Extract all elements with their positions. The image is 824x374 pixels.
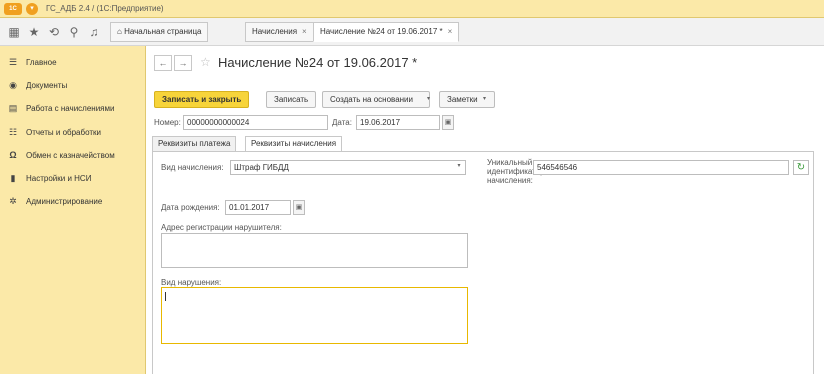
page-title: Начисление №24 от 19.06.2017 *: [218, 55, 418, 70]
create-based-on-button[interactable]: Создать на основании: [322, 91, 430, 108]
sidebar-item-label: Отчеты и обработки: [26, 128, 101, 137]
favorites-icon[interactable]: ★: [26, 24, 42, 40]
app-logo: 1С: [4, 3, 22, 15]
address-label: Адрес регистрации нарушителя:: [161, 223, 282, 232]
date-label: Дата:: [332, 118, 352, 127]
sidebar-item-main[interactable]: ☰ Главное: [6, 54, 144, 70]
accrual-details-panel: Вид начисления: Штраф ГИБДД ▾ Уникальный…: [152, 151, 814, 374]
sidebar-item-reports[interactable]: ☷ Отчеты и обработки: [6, 124, 144, 140]
search-icon[interactable]: ⚲: [66, 24, 82, 40]
bell-icon[interactable]: ♫: [86, 24, 102, 40]
text-cursor: [165, 292, 166, 301]
home-icon: ⌂: [117, 27, 122, 36]
sidebar-item-admin[interactable]: ✲ Администрирование: [6, 193, 144, 209]
sidebar: ☰ Главное ◉ Документы ▤ Работа с начисления…: [0, 46, 146, 374]
chevron-down-icon: ▾: [427, 96, 431, 102]
sidebar-item-label: Администрирование: [26, 197, 103, 206]
sidebar-item-accruals[interactable]: ▤ Работа с начислениями: [6, 100, 144, 116]
sidebar-item-label: Настройки и НСИ: [26, 174, 92, 183]
sidebar-item-label: Документы: [26, 81, 68, 90]
close-icon[interactable]: ×: [448, 27, 453, 36]
number-label: Номер:: [154, 118, 181, 127]
calendar-icon[interactable]: ▣: [293, 200, 305, 215]
reports-icon: ☷: [8, 127, 18, 137]
accruals-icon: ▤: [8, 103, 18, 113]
violation-label: Вид нарушения:: [161, 278, 222, 287]
tab-label: Начисление №24 от 19.06.2017 *: [320, 27, 443, 36]
address-textarea[interactable]: [161, 233, 468, 268]
app-title: ГС_АДБ 2.4 / (1С:Предприятие): [46, 4, 164, 13]
tab-home[interactable]: ⌂ Начальная страница: [110, 22, 209, 42]
chevron-down-icon: ▾: [483, 96, 487, 102]
chevron-down-icon[interactable]: ▾: [454, 160, 464, 175]
date-field[interactable]: 19.06.2017: [356, 115, 440, 130]
apps-grid-icon[interactable]: ▦: [6, 24, 22, 40]
sidebar-item-label: Работа с начислениями: [26, 104, 115, 113]
calendar-icon[interactable]: ▣: [442, 115, 454, 130]
violation-textarea[interactable]: [161, 287, 468, 344]
treasury-icon: Ω: [9, 150, 17, 160]
tab-payment-details[interactable]: Реквизиты платежа: [152, 136, 237, 152]
button-label: Создать на основании: [330, 95, 413, 104]
close-icon[interactable]: ×: [302, 27, 307, 36]
save-and-close-button[interactable]: Записать и закрыть: [154, 91, 250, 108]
uid-field[interactable]: 546546546: [533, 160, 789, 175]
main-menu-button[interactable]: ▾: [26, 3, 38, 15]
sidebar-item-label: Главное: [26, 58, 57, 67]
back-button[interactable]: ←: [154, 55, 172, 71]
notes-button[interactable]: Заметки: [439, 91, 495, 108]
sidebar-item-documents[interactable]: ◉ Документы: [6, 77, 144, 93]
top-panel: ▦ ★ ⟲ ⚲ ♫ ⌂ Начальная страница Начислени…: [0, 18, 824, 46]
tab-label: Начальная страница: [124, 27, 202, 36]
tab-accrual-details[interactable]: Реквизиты начисления: [245, 136, 343, 152]
sidebar-item-label: Обмен с казначейством: [26, 151, 115, 160]
number-field[interactable]: 00000000000024: [183, 115, 328, 130]
accrual-type-field[interactable]: Штраф ГИБДД: [230, 160, 466, 175]
tab-accrual-document[interactable]: Начисление №24 от 19.06.2017 * ×: [313, 22, 460, 42]
birth-date-field[interactable]: 01.01.2017: [225, 200, 291, 215]
title-bar: 1С ▾ ГС_АДБ 2.4 / (1С:Предприятие): [0, 0, 824, 18]
admin-icon: ✲: [9, 196, 17, 206]
tab-label: Начисления: [252, 27, 298, 36]
menu-icon: ☰: [8, 57, 18, 67]
settings-icon: ▮: [10, 173, 16, 183]
document-form: ← → ☆ Начисление №24 от 19.06.2017 * Зап…: [146, 46, 824, 374]
uid-label-line: начисления:: [487, 176, 533, 185]
save-button[interactable]: Записать: [266, 91, 317, 108]
documents-icon: ◉: [9, 80, 17, 90]
sidebar-item-settings[interactable]: ▮ Настройки и НСИ: [6, 170, 144, 186]
accrual-type-label: Вид начисления:: [161, 163, 224, 172]
history-icon[interactable]: ⟲: [46, 24, 62, 40]
forward-button[interactable]: →: [174, 55, 192, 71]
refresh-icon[interactable]: ↻: [793, 160, 809, 175]
tab-accruals[interactable]: Начисления ×: [245, 22, 314, 42]
sidebar-item-treasury[interactable]: Ω Обмен с казначейством: [6, 147, 144, 163]
star-icon[interactable]: ☆: [200, 55, 211, 69]
birth-date-label: Дата рождения:: [161, 203, 220, 212]
button-label: Заметки: [447, 95, 478, 104]
